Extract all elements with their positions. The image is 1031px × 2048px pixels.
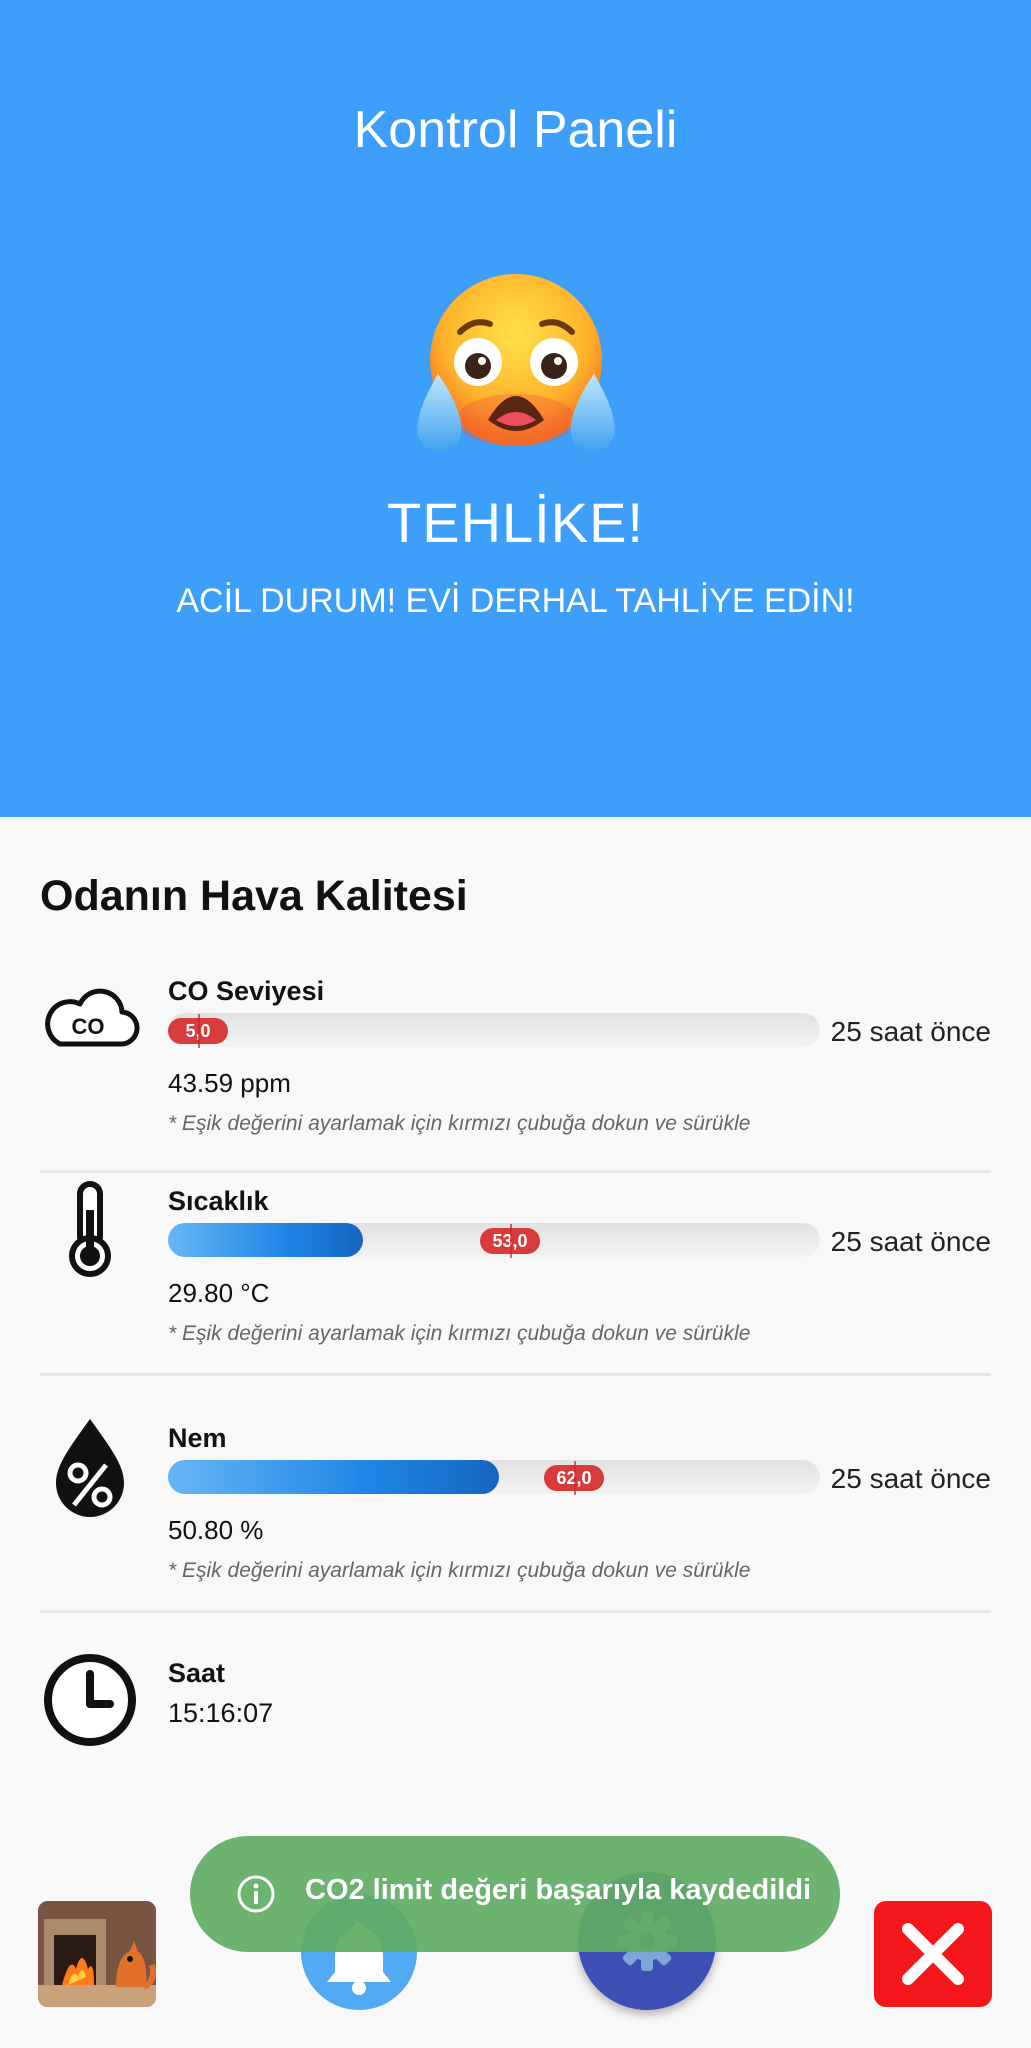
svg-text:CO: CO bbox=[72, 1014, 105, 1039]
success-snackbar: CO2 limit değeri başarıyla kaydedildi bbox=[190, 1836, 840, 1952]
threshold-handle[interactable]: 5,0 bbox=[168, 1014, 228, 1048]
sensor-value: 29.80 °C bbox=[168, 1278, 270, 1308]
sensor-value: 50.80 % bbox=[168, 1515, 264, 1545]
sensor-value: 43.59 ppm bbox=[168, 1068, 291, 1098]
info-icon bbox=[236, 1874, 276, 1914]
close-button[interactable] bbox=[874, 1901, 992, 2007]
threshold-hint: * Eşik değerini ayarlamak için kırmızı ç… bbox=[168, 1112, 751, 1135]
sensor-humidity: Nem 62,0 25 saat önce 50.80 % * Eşik değ… bbox=[40, 1417, 991, 1582]
bar-fill bbox=[168, 1460, 499, 1494]
clock-title: Saat bbox=[168, 1658, 226, 1688]
co-level-bar[interactable]: 5,0 bbox=[168, 1013, 820, 1048]
divider bbox=[40, 1170, 991, 1173]
bar-fill bbox=[168, 1223, 363, 1257]
last-update-time: 25 saat önce bbox=[830, 1016, 991, 1047]
page-title: Kontrol Paneli bbox=[353, 101, 678, 159]
humidity-bar[interactable]: 62,0 bbox=[168, 1460, 820, 1495]
evacuation-message: ACİL DURUM! EVİ DERHAL TAHLİYE EDİN! bbox=[176, 582, 855, 620]
threshold-hint: * Eşik değerini ayarlamak için kırmızı ç… bbox=[168, 1559, 751, 1582]
sensor-temperature: Sıcaklık 53,0 25 saat önce 29.80 °C * Eş… bbox=[40, 1180, 991, 1345]
divider bbox=[40, 1610, 991, 1613]
close-icon bbox=[902, 1923, 964, 1985]
sensor-name: Sıcaklık bbox=[168, 1186, 269, 1216]
threshold-handle[interactable]: 53,0 bbox=[480, 1224, 540, 1258]
thermometer-icon bbox=[40, 1180, 140, 1280]
snackbar-text: CO2 limit değeri başarıyla kaydedildi bbox=[305, 1874, 812, 1906]
crying-face-icon bbox=[408, 270, 624, 460]
divider bbox=[40, 1373, 991, 1376]
humidity-drop-icon bbox=[40, 1417, 140, 1517]
fireplace-fox-image[interactable] bbox=[38, 1901, 156, 2007]
co-cloud-icon: CO bbox=[40, 982, 140, 1082]
danger-status: TEHLİKE! bbox=[387, 491, 644, 554]
sensor-name: CO Seviyesi bbox=[168, 976, 325, 1006]
threshold-handle[interactable]: 62,0 bbox=[544, 1461, 604, 1495]
clock-icon bbox=[40, 1650, 140, 1750]
temperature-bar[interactable]: 53,0 bbox=[168, 1223, 820, 1258]
sensor-co: CO CO Seviyesi 5,0 25 saat önce 43.59 pp… bbox=[40, 970, 991, 1135]
sensor-name: Nem bbox=[168, 1423, 227, 1453]
alert-header: Kontrol Paneli TEHLİKE! ACİL DURUM! EVİ … bbox=[0, 0, 1031, 817]
clock-value: 15:16:07 bbox=[168, 1698, 274, 1728]
threshold-hint: * Eşik değerini ayarlamak için kırmızı ç… bbox=[168, 1322, 751, 1345]
last-update-time: 25 saat önce bbox=[830, 1226, 991, 1257]
last-update-time: 25 saat önce bbox=[830, 1463, 991, 1494]
section-title: Odanın Hava Kalitesi bbox=[40, 872, 468, 920]
